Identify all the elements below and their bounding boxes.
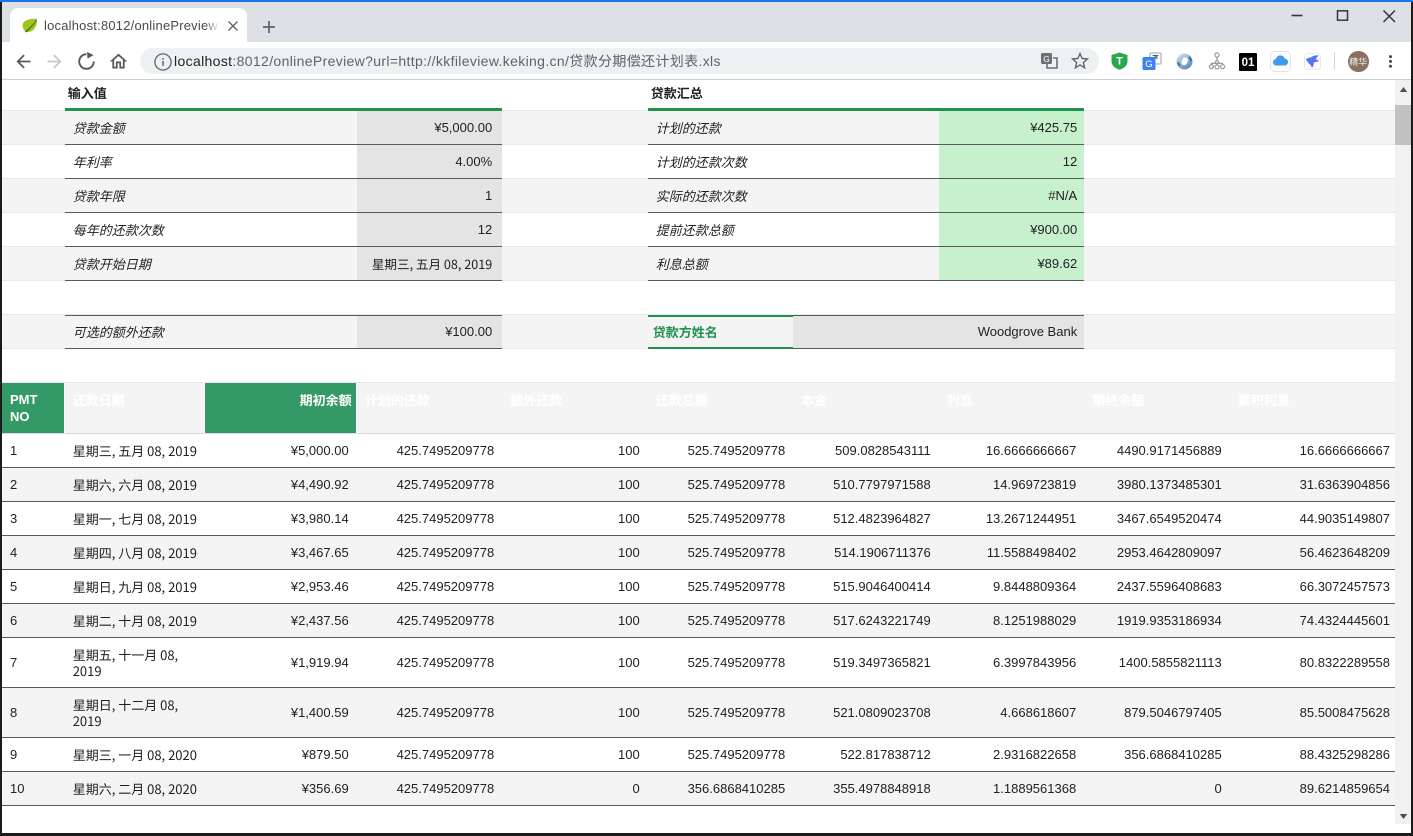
svg-text:G: G — [1043, 54, 1050, 64]
svg-text:01: 01 — [1242, 57, 1255, 69]
svg-text:G: G — [1145, 59, 1152, 70]
svg-text:T: T — [1116, 56, 1123, 68]
